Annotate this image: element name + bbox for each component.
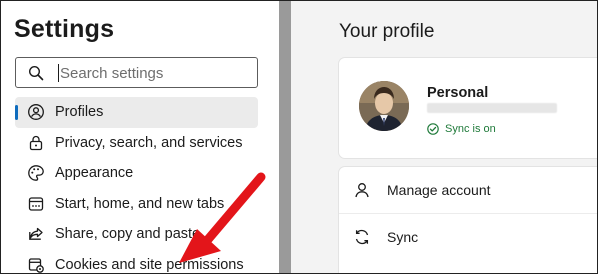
sidebar-title: Settings	[14, 15, 115, 43]
sidebar-item-privacy[interactable]: Privacy, search, and services	[15, 128, 258, 159]
manage-account-label: Manage account	[387, 182, 491, 198]
site-permissions-icon	[28, 258, 44, 273]
window-frame: Settings Profiles	[0, 0, 598, 274]
sync-label: Sync	[387, 229, 419, 245]
sidebar-item-share-copy-paste[interactable]: Share, copy and paste	[15, 219, 258, 250]
share-icon	[29, 228, 43, 241]
sidebar-item-label: Privacy, search, and services	[55, 134, 243, 151]
sync-status-text: Sync is on	[445, 123, 496, 135]
profile-card: Personal Sync is on	[339, 58, 597, 158]
avatar-photo	[359, 81, 409, 131]
sidebar-item-label: Profiles	[55, 104, 104, 121]
manage-account-row[interactable]: Manage account	[339, 167, 597, 213]
profile-actions-card: Manage account Sync	[339, 167, 597, 273]
sidebar-item-label: Cookies and site permissions	[55, 256, 244, 273]
lock-icon	[29, 135, 43, 150]
main-content: Your profile Personal Sync is on Manage …	[291, 1, 597, 273]
profile-email-redacted	[427, 103, 557, 113]
sync-status: Sync is on	[427, 123, 496, 135]
page-title: Your profile	[339, 21, 435, 42]
profile-icon	[28, 104, 44, 121]
person-icon	[355, 183, 369, 198]
search-icon	[28, 65, 44, 81]
sidebar-item-label: Appearance	[55, 165, 134, 182]
search-settings-box[interactable]	[15, 57, 258, 88]
sidebar-item-appearance[interactable]: Appearance	[15, 158, 258, 189]
search-input[interactable]	[60, 62, 250, 84]
settings-nav: Profiles Privacy, search, and services A…	[15, 97, 258, 274]
sidebar-item-label: Share, copy and paste	[55, 226, 201, 243]
settings-sidebar: Settings Profiles	[1, 1, 279, 274]
sync-row[interactable]: Sync	[339, 214, 597, 260]
sidebar-item-label: Start, home, and new tabs	[55, 195, 225, 212]
sidebar-item-start-home[interactable]: Start, home, and new tabs	[15, 189, 258, 220]
sidebar-item-cookies-permissions[interactable]: Cookies and site permissions	[15, 250, 258, 274]
text-caret	[58, 64, 59, 82]
home-tabs-icon	[28, 197, 44, 211]
avatar[interactable]	[359, 81, 409, 131]
sidebar-item-profiles[interactable]: Profiles	[15, 97, 258, 128]
sync-icon	[355, 229, 369, 245]
profile-name: Personal	[427, 85, 489, 101]
check-circle-icon	[427, 123, 439, 135]
palette-icon	[28, 165, 44, 182]
pane-divider	[279, 1, 291, 273]
